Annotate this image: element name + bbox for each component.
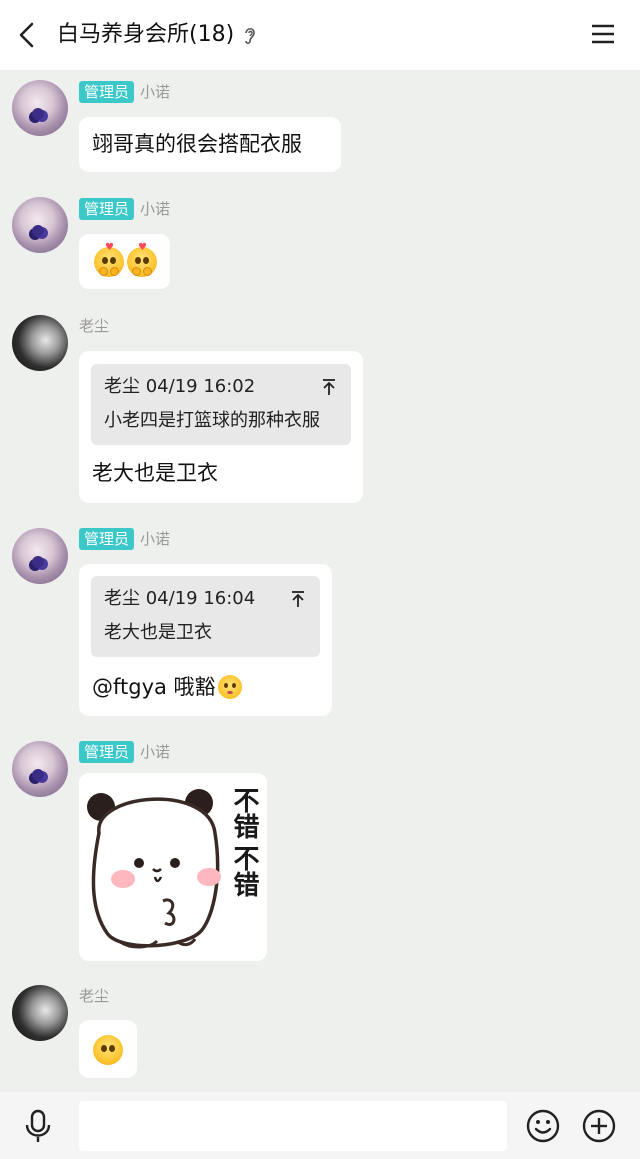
sender-line: 管理员 小诺 xyxy=(79,740,170,764)
sender-line: 管理员 小诺 xyxy=(79,527,170,551)
avatar[interactable] xyxy=(12,741,68,797)
chat-title[interactable]: 白马养身会所(18) xyxy=(57,20,258,50)
pleading-emoji-icon xyxy=(93,1035,123,1065)
emoji-icon[interactable] xyxy=(526,1109,560,1143)
sender-line: 老尘 xyxy=(79,314,109,338)
sender-name: 老尘 xyxy=(79,317,110,335)
heart-eyes-emoji-icon: ♥ xyxy=(127,243,157,277)
sticker-caption: 不错 不错 xyxy=(229,787,259,897)
sender-line: 老尘 xyxy=(79,984,109,1008)
avatar[interactable] xyxy=(12,528,68,584)
quoted-message[interactable]: 老尘 04/19 16:02 小老四是打篮球的那种衣服 xyxy=(91,364,351,445)
sender-name: 老尘 xyxy=(79,987,110,1005)
heart-eyes-emoji-icon: ♥ xyxy=(94,243,124,277)
message-bubble[interactable]: 老尘 04/19 16:04 老大也是卫衣 @ftgya 哦豁 xyxy=(79,564,332,716)
message-bubble[interactable]: 老尘 04/19 16:02 小老四是打篮球的那种衣服 老大也是卫衣 xyxy=(79,351,363,503)
ear-icon[interactable] xyxy=(242,24,258,46)
message-text: 老大也是卫衣 xyxy=(92,461,218,485)
sender-name: 小诺 xyxy=(140,743,171,761)
avatar[interactable] xyxy=(12,197,68,253)
admin-badge: 管理员 xyxy=(79,81,135,103)
chat-header: 白马养身会所(18) xyxy=(0,0,640,70)
back-arrow-icon[interactable] xyxy=(14,20,42,50)
message-bubble[interactable]: 翊哥真的很会搭配衣服 xyxy=(79,117,341,172)
message-text: @ftgya 哦豁 xyxy=(92,675,216,699)
message-content: @ftgya 哦豁 xyxy=(92,672,242,702)
message-input[interactable] xyxy=(79,1101,507,1151)
surprised-emoji-icon xyxy=(217,675,242,699)
jump-to-top-icon[interactable] xyxy=(290,590,306,608)
sender-name: 小诺 xyxy=(140,530,171,548)
message-bubble[interactable]: ♥ ♥ xyxy=(79,234,170,289)
sender-line: 管理员 小诺 xyxy=(79,197,170,221)
quote-author-time: 老尘 04/19 16:02 xyxy=(104,376,256,397)
menu-icon[interactable] xyxy=(590,22,616,46)
quote-text: 老大也是卫衣 xyxy=(104,622,212,643)
group-name: 白马养身会所(18) xyxy=(57,22,235,47)
sticker-caption-line: 不错 xyxy=(229,845,259,897)
jump-to-top-icon[interactable] xyxy=(321,378,337,396)
admin-badge: 管理员 xyxy=(79,198,135,220)
avatar[interactable] xyxy=(12,315,68,371)
sender-name: 小诺 xyxy=(140,83,171,101)
message-bubble[interactable] xyxy=(79,1020,137,1078)
sender-name: 小诺 xyxy=(140,200,171,218)
admin-badge: 管理员 xyxy=(79,528,135,550)
sticker-bubble[interactable]: 不错 不错 xyxy=(79,773,267,961)
input-bar xyxy=(0,1092,640,1159)
microphone-icon[interactable] xyxy=(24,1109,52,1143)
message-text: 翊哥真的很会搭配衣服 xyxy=(92,132,302,156)
quote-author-time: 老尘 04/19 16:04 xyxy=(104,588,256,609)
quote-text: 小老四是打篮球的那种衣服 xyxy=(104,410,320,431)
sticker-caption-line: 不错 xyxy=(229,787,259,839)
admin-badge: 管理员 xyxy=(79,741,135,763)
avatar[interactable] xyxy=(12,985,68,1041)
plus-icon[interactable] xyxy=(582,1109,616,1143)
quoted-message[interactable]: 老尘 04/19 16:04 老大也是卫衣 xyxy=(91,576,320,657)
sender-line: 管理员 小诺 xyxy=(79,80,170,104)
avatar[interactable] xyxy=(12,80,68,136)
